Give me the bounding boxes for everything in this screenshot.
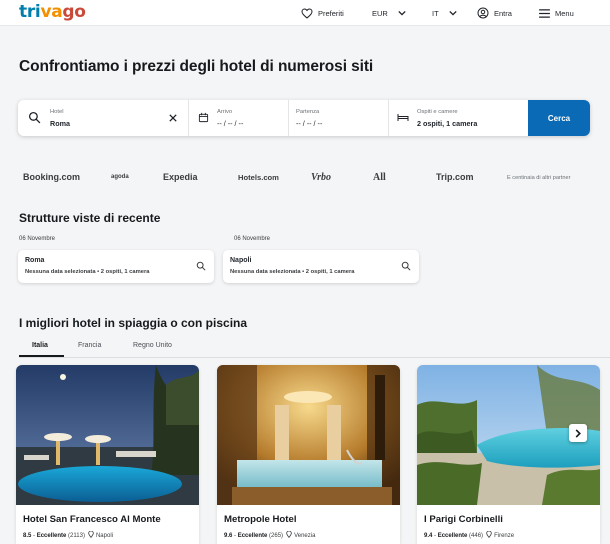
- guests-field[interactable]: Ospiti e camere 2 ospiti, 1 camera: [389, 100, 528, 136]
- language-selector[interactable]: IT: [432, 0, 457, 26]
- search-bar: Hotel Roma Arrivo -- / -- / -- Partenza …: [18, 100, 590, 136]
- chevron-right-icon: [575, 428, 581, 438]
- rating-label: Eccellente: [36, 533, 67, 539]
- login-label: Entra: [494, 8, 512, 18]
- guests-label: Ospiti e camere: [417, 109, 458, 115]
- recent-date: 06 Novembre: [234, 236, 271, 242]
- bed-icon: [397, 114, 409, 121]
- hotel-city: Napoli: [95, 533, 113, 539]
- partner-agoda: agoda: [111, 174, 129, 180]
- logo-part-3: go: [62, 2, 86, 22]
- recent-details: Nessuna data selezionata • 2 ospiti, 1 c…: [230, 269, 355, 275]
- checkout-value: -- / -- / --: [296, 119, 323, 128]
- search-icon: [196, 261, 206, 271]
- logo-part-1: tri: [19, 2, 41, 22]
- active-tab-indicator: [19, 355, 64, 357]
- partner-hotels: Hotels.com: [238, 173, 279, 182]
- tab-italia[interactable]: Italia: [32, 342, 48, 349]
- checkin-label: Arrivo: [217, 109, 233, 115]
- login-button[interactable]: Entra: [477, 0, 512, 26]
- recent-date: 06 Novembre: [19, 236, 56, 242]
- map-pin-icon: [88, 530, 95, 539]
- rating-score: 9.6: [224, 533, 233, 539]
- recent-search-card[interactable]: Roma Nessuna data selezionata • 2 ospiti…: [18, 250, 214, 283]
- review-count: (446): [469, 533, 484, 539]
- search-icon: [401, 261, 411, 271]
- currency-selector[interactable]: EUR: [372, 0, 406, 26]
- checkout-label: Partenza: [296, 109, 320, 115]
- search-button[interactable]: Cerca: [528, 100, 590, 136]
- checkin-value: -- / -- / --: [217, 119, 244, 128]
- recent-search-card[interactable]: Napoli Nessuna data selezionata • 2 ospi…: [223, 250, 419, 283]
- chevron-down-icon: [449, 10, 457, 16]
- partner-trip: Trip.com: [436, 172, 474, 182]
- review-count: (2113): [68, 533, 85, 539]
- hotel-name: Hotel San Francesco Al Monte: [23, 514, 161, 525]
- favorites-button[interactable]: Preferiti: [301, 0, 344, 26]
- destination-field[interactable]: Hotel Roma: [18, 100, 189, 136]
- beach-title: I migliori hotel in spiaggia o con pisci…: [19, 316, 248, 330]
- hotel-photo: [16, 365, 199, 505]
- calendar-icon: [198, 112, 209, 123]
- hotel-card[interactable]: Hotel San Francesco Al Monte 8.5 - Eccel…: [16, 365, 199, 544]
- trivago-logo[interactable]: trivago: [19, 2, 86, 22]
- map-pin-icon: [286, 530, 293, 539]
- hotel-rating: 9.6 - Eccellente (265) Venezia: [224, 530, 316, 539]
- language-label: IT: [432, 8, 439, 18]
- map-pin-icon: [486, 530, 493, 539]
- hotel-card[interactable]: Metropole Hotel 9.6 - Eccellente (265) V…: [217, 365, 400, 544]
- recent-city: Napoli: [230, 257, 252, 264]
- hotel-card[interactable]: I Parigi Corbinelli 9.4 - Eccellente (44…: [417, 365, 600, 544]
- country-tabs: Italia Francia Regno Unito: [19, 340, 610, 358]
- recent-title: Strutture viste di recente: [19, 211, 161, 225]
- partner-booking: Booking.com: [23, 172, 81, 182]
- recent-city: Roma: [25, 257, 45, 264]
- top-header: trivago Preferiti EUR IT Entra Menu: [0, 0, 610, 26]
- rating-score: 9.4: [424, 533, 433, 539]
- chevron-down-icon: [398, 10, 406, 16]
- menu-label: Menu: [555, 8, 574, 18]
- checkout-field[interactable]: Partenza -- / -- / --: [289, 100, 389, 136]
- currency-label: EUR: [372, 8, 388, 18]
- guests-value: 2 ospiti, 1 camera: [417, 119, 478, 128]
- hotel-city: Firenze: [494, 533, 515, 539]
- logo-part-2: va: [40, 2, 63, 22]
- review-count: (265): [269, 533, 284, 539]
- checkin-field[interactable]: Arrivo -- / -- / --: [189, 100, 289, 136]
- hotel-name: I Parigi Corbinelli: [424, 514, 503, 525]
- hotel-name: Metropole Hotel: [224, 514, 297, 525]
- tab-francia[interactable]: Francia: [78, 342, 101, 349]
- close-icon[interactable]: [169, 114, 177, 122]
- partner-logos: Booking.com agoda Expedia Hotels.com Vrb…: [0, 172, 610, 188]
- user-icon: [477, 7, 489, 19]
- recent-details: Nessuna data selezionata • 2 ospiti, 1 c…: [25, 269, 150, 275]
- tab-regno-unito[interactable]: Regno Unito: [133, 342, 172, 349]
- rating-score: 8.5: [23, 533, 32, 539]
- hotel-rating: 8.5 - Eccellente (2113) Napoli: [23, 530, 113, 539]
- page-title: Confrontiamo i prezzi degli hotel di num…: [19, 58, 374, 75]
- partner-vrbo: Vrbo: [311, 172, 332, 183]
- hotel-city: Venezia: [294, 533, 316, 539]
- menu-button[interactable]: Menu: [539, 0, 574, 26]
- favorites-label: Preferiti: [318, 8, 344, 18]
- partner-expedia: Expedia: [163, 172, 198, 182]
- destination-label: Hotel: [50, 109, 64, 115]
- search-icon: [28, 111, 41, 124]
- partner-all: All: [373, 172, 386, 183]
- carousel-next-button[interactable]: [569, 424, 587, 442]
- hotel-photo: [217, 365, 400, 505]
- destination-value: Roma: [50, 119, 70, 128]
- heart-icon: [301, 7, 313, 19]
- rating-label: Eccellente: [437, 533, 468, 539]
- hamburger-icon: [539, 8, 550, 18]
- rating-label: Eccellente: [237, 533, 268, 539]
- hotel-rating: 9.4 - Eccellente (446) Firenze: [424, 530, 515, 539]
- partners-more: E centinaia di altri partner: [507, 175, 571, 181]
